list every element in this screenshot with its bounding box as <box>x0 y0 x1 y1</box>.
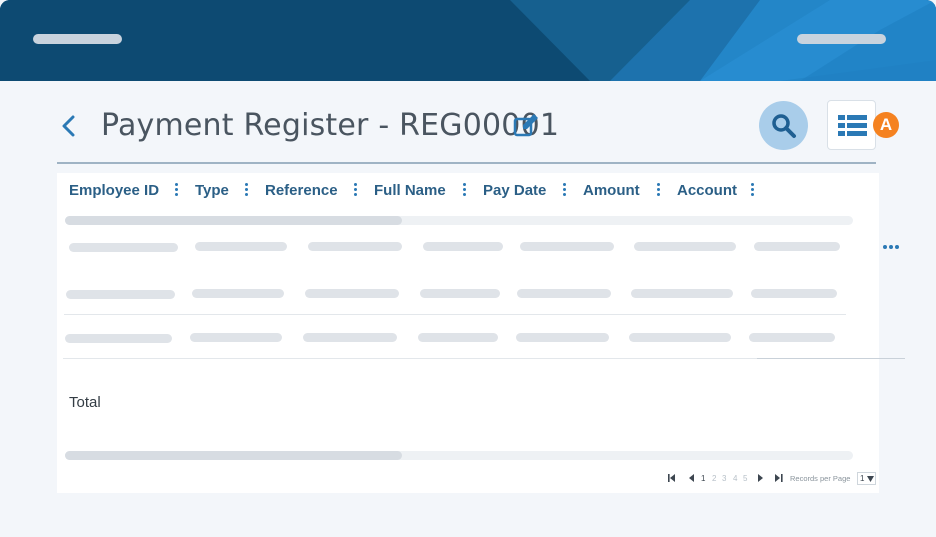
column-menu-amount[interactable] <box>655 183 661 199</box>
page-number[interactable]: 4 <box>733 474 737 483</box>
cell-placeholder <box>305 289 399 298</box>
cell-placeholder <box>754 242 840 251</box>
records-per-page-value: 1 <box>860 474 865 483</box>
list-view-icon <box>838 115 867 136</box>
column-header-reference[interactable]: Reference <box>265 182 338 199</box>
cell-placeholder <box>195 242 287 251</box>
column-menu-employee-id[interactable] <box>173 183 179 199</box>
column-header-employee-id[interactable]: Employee ID <box>69 182 159 199</box>
more-horizontal-icon <box>883 238 901 255</box>
cell-placeholder <box>751 289 837 298</box>
cell-placeholder <box>69 243 178 252</box>
column-header-amount[interactable]: Amount <box>583 182 640 199</box>
back-chevron-icon <box>62 115 75 137</box>
cell-placeholder <box>631 289 733 298</box>
records-per-page-select[interactable]: 1 <box>857 472 876 485</box>
cell-placeholder <box>303 333 397 342</box>
column-menu-full-name[interactable] <box>461 183 467 199</box>
records-per-page-label: Records per Page <box>790 474 851 483</box>
column-header-type[interactable]: Type <box>195 182 229 199</box>
row-divider <box>64 314 846 315</box>
page-number[interactable]: 5 <box>743 474 747 483</box>
dropdown-arrow-icon <box>867 476 874 482</box>
back-button[interactable] <box>58 112 80 140</box>
last-page-icon[interactable] <box>775 474 783 482</box>
edit-icon <box>513 114 538 137</box>
annotation-badge: A <box>873 112 899 138</box>
cell-placeholder <box>66 290 175 299</box>
list-view-button[interactable] <box>827 100 876 150</box>
first-page-icon[interactable] <box>668 474 676 482</box>
row-divider <box>63 358 843 359</box>
page-number[interactable]: 1 <box>701 474 705 483</box>
search-button[interactable] <box>759 101 808 150</box>
column-menu-type[interactable] <box>243 183 249 199</box>
title-divider <box>57 162 876 164</box>
cell-placeholder <box>308 242 402 251</box>
page-number[interactable]: 3 <box>722 474 726 483</box>
column-header-account[interactable]: Account <box>677 182 737 199</box>
row-actions-button[interactable] <box>883 238 903 252</box>
scrollbar-thumb[interactable] <box>65 216 402 225</box>
cell-placeholder <box>517 289 611 298</box>
app-frame: Payment Register - REG00001 A Employee I… <box>0 0 936 537</box>
column-menu-account[interactable] <box>749 183 755 199</box>
banner-decoration <box>0 0 936 81</box>
column-menu-pay-date[interactable] <box>561 183 567 199</box>
column-header-full-name[interactable]: Full Name <box>374 182 446 199</box>
cell-placeholder <box>192 289 284 298</box>
bottom-horizontal-scrollbar[interactable] <box>65 451 853 460</box>
cell-placeholder <box>420 289 500 298</box>
cell-placeholder <box>423 242 503 251</box>
cell-placeholder <box>65 334 172 343</box>
app-name-placeholder <box>33 34 122 44</box>
cell-placeholder <box>629 333 731 342</box>
column-menu-reference[interactable] <box>352 183 358 199</box>
cell-placeholder <box>190 333 282 342</box>
cell-placeholder <box>520 242 614 251</box>
page-number[interactable]: 2 <box>712 474 716 483</box>
cell-placeholder <box>634 242 736 251</box>
user-name-placeholder[interactable] <box>797 34 886 44</box>
side-divider <box>757 358 905 359</box>
top-banner <box>0 0 936 81</box>
top-horizontal-scrollbar[interactable] <box>65 216 853 225</box>
page-title: Payment Register - REG00001 <box>101 108 560 143</box>
cell-placeholder <box>418 333 498 342</box>
scrollbar-thumb[interactable] <box>65 451 402 460</box>
cell-placeholder <box>516 333 609 342</box>
search-icon <box>772 114 796 138</box>
next-page-icon[interactable] <box>757 474 764 482</box>
cell-placeholder <box>749 333 835 342</box>
column-header-pay-date[interactable]: Pay Date <box>483 182 546 199</box>
edit-title-button[interactable] <box>513 113 541 139</box>
prev-page-icon[interactable] <box>688 474 695 482</box>
total-label: Total <box>69 394 101 411</box>
